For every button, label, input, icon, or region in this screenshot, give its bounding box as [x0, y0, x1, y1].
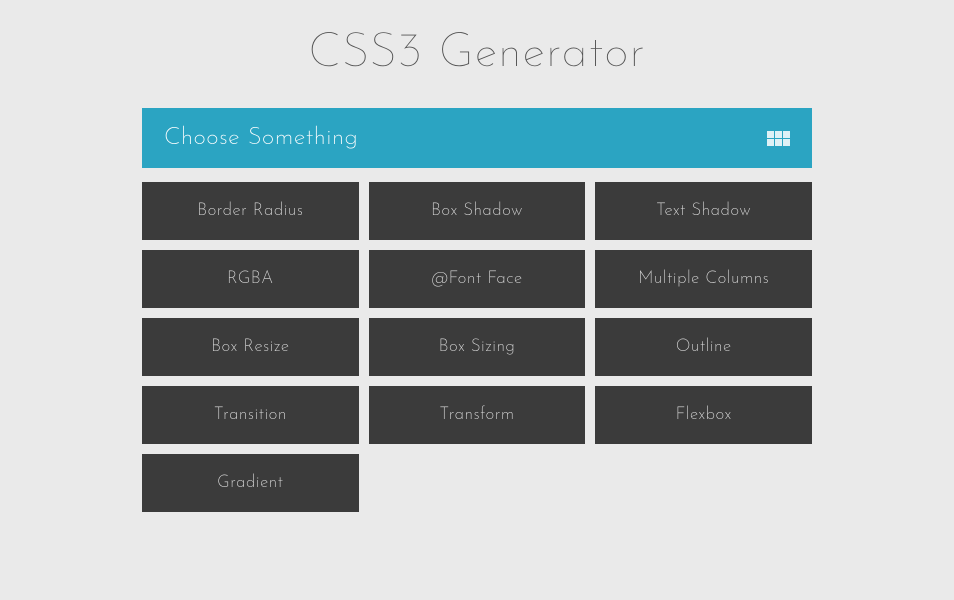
- option-gradient[interactable]: Gradient: [142, 454, 359, 512]
- option-text-shadow[interactable]: Text Shadow: [595, 182, 812, 240]
- dropdown-header[interactable]: Choose Something: [142, 108, 812, 168]
- option-transition[interactable]: Transition: [142, 386, 359, 444]
- option-box-sizing[interactable]: Box Sizing: [369, 318, 586, 376]
- options-grid: Border Radius Box Shadow Text Shadow RGB…: [142, 182, 812, 512]
- option-box-resize[interactable]: Box Resize: [142, 318, 359, 376]
- page-title: CSS3 Generator: [0, 30, 954, 78]
- app-window: CSS3 Generator Choose Something Border R…: [0, 0, 954, 600]
- option-transform[interactable]: Transform: [369, 386, 586, 444]
- option-outline[interactable]: Outline: [595, 318, 812, 376]
- option-rgba[interactable]: RGBA: [142, 250, 359, 308]
- option-font-face[interactable]: @Font Face: [369, 250, 586, 308]
- dropdown-label: Choose Something: [164, 126, 358, 150]
- option-border-radius[interactable]: Border Radius: [142, 182, 359, 240]
- main-container: Choose Something Border Radius Box Shado…: [142, 108, 812, 512]
- grid-icon: [767, 131, 790, 146]
- option-flexbox[interactable]: Flexbox: [595, 386, 812, 444]
- option-multiple-columns[interactable]: Multiple Columns: [595, 250, 812, 308]
- option-box-shadow[interactable]: Box Shadow: [369, 182, 586, 240]
